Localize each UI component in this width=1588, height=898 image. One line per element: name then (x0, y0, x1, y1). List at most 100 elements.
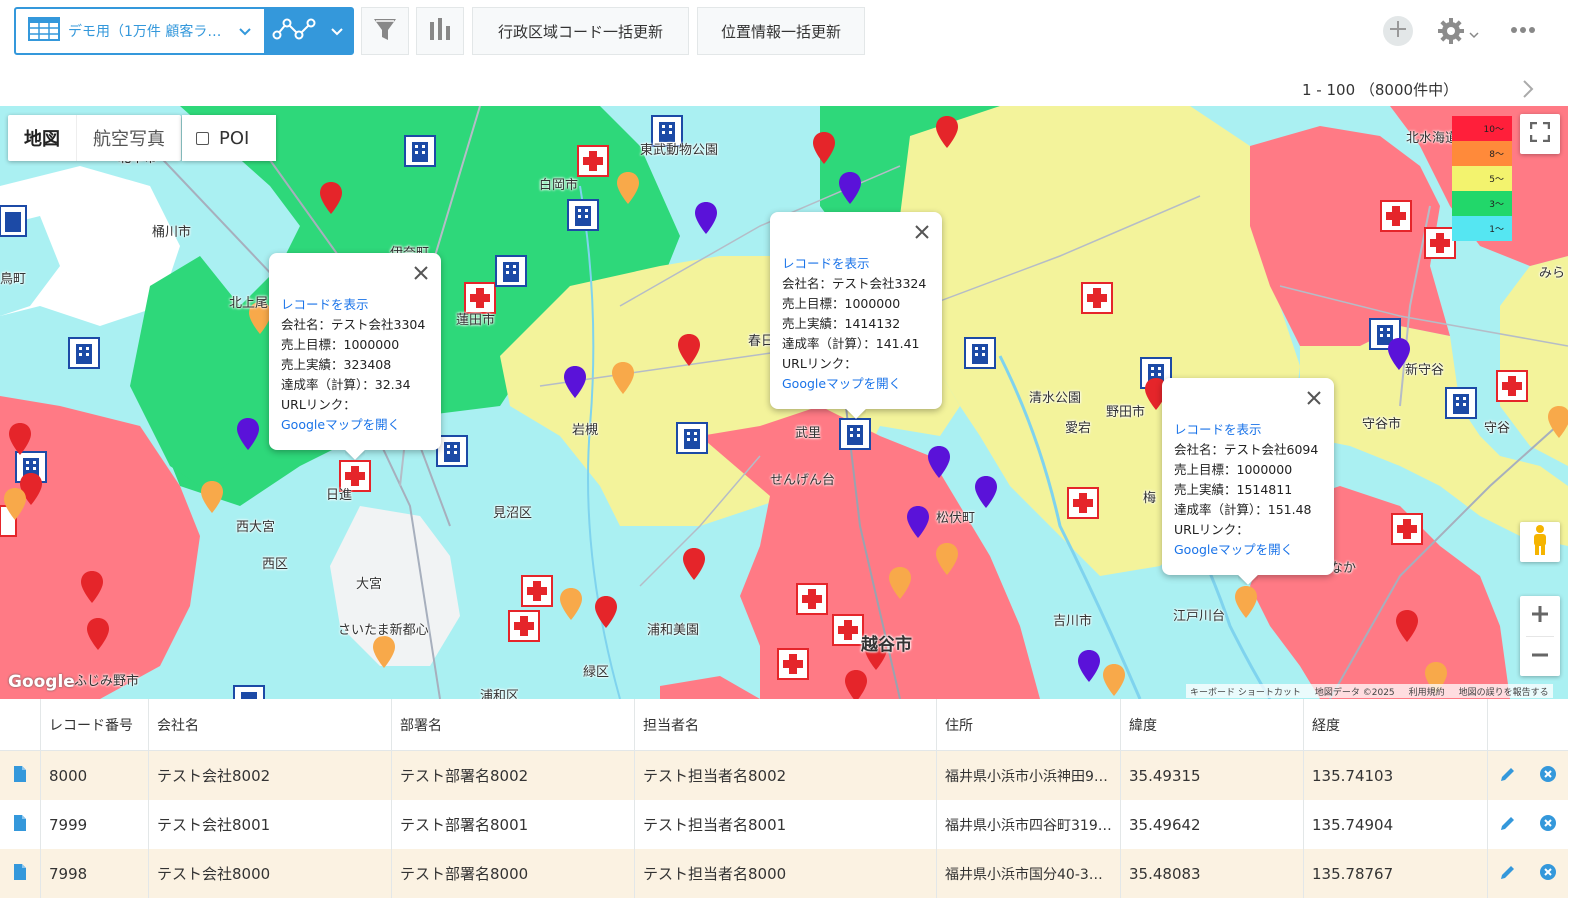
map-label: 桶川市 (152, 225, 192, 240)
map-label: 西大宮 (236, 520, 276, 535)
cell-address: 福井県小浜市国分40-3… (936, 849, 1120, 898)
close-icon[interactable] (413, 265, 429, 285)
document-icon (14, 814, 26, 835)
edit-icon[interactable] (1499, 863, 1517, 885)
chevron-down-icon (1469, 24, 1479, 43)
cell-person: テスト担当者名8000 (634, 849, 936, 898)
column-header[interactable]: レコード番号 (40, 699, 148, 750)
record-detail-link[interactable] (0, 800, 40, 849)
cell-company: テスト会社8000 (148, 849, 391, 898)
cell-lng: 135.78767 (1303, 849, 1487, 898)
map-label: 梅 (1143, 491, 1157, 506)
view-dropdown[interactable]: デモ用（1万件 顧客ラ… (16, 9, 264, 53)
map-label: 北上尾 (229, 296, 269, 311)
map[interactable]: 北本市 桶川市 北上尾 鳥町 白岡市 東武動物公園 伊奈町 蓮田市 春日 岩槻 … (0, 106, 1568, 699)
record-detail-link[interactable] (0, 751, 40, 800)
filter-icon (371, 15, 399, 47)
target-line: 売上目標：1000000 (782, 296, 901, 311)
rate-line: 達成率（計算）：32.34 (281, 377, 411, 392)
map-label: 大宮 (356, 577, 383, 592)
chevron-down-icon (238, 22, 252, 41)
actual-line: 売上実績：1514811 (1174, 482, 1293, 497)
terms-link[interactable]: 利用規約 (1409, 685, 1445, 698)
view-record-link[interactable]: レコードを表示 (281, 295, 429, 315)
graph-view-button[interactable] (264, 9, 352, 53)
google-maps-link[interactable]: Googleマップを開く (281, 415, 429, 435)
edit-icon[interactable] (1499, 765, 1517, 787)
settings-button[interactable] (1437, 17, 1479, 49)
column-header[interactable]: 会社名 (148, 699, 391, 750)
header-spacer (1487, 699, 1568, 750)
column-header[interactable]: 緯度 (1120, 699, 1303, 750)
map-data-text: 地図データ ©2025 (1314, 687, 1395, 698)
map-label: 越谷市 (861, 635, 912, 655)
keyboard-shortcuts-link[interactable]: キーボード ショートカット (1190, 685, 1301, 698)
rate-line: 達成率（計算）：141.41 (782, 336, 920, 351)
cell-person: テスト担当者名8002 (634, 751, 936, 800)
filter-button[interactable] (361, 7, 409, 55)
bar-chart-icon (428, 16, 452, 46)
poi-checkbox[interactable] (196, 131, 209, 145)
delete-icon[interactable] (1539, 765, 1557, 787)
cell-company: テスト会社8001 (148, 800, 391, 849)
map-label: 愛宕 (1065, 421, 1092, 436)
column-header[interactable]: 担当者名 (634, 699, 936, 750)
add-record-button[interactable] (1383, 16, 1413, 46)
info-window: レコードを表示 会社名：テスト会社3304 売上目標：1000000 売上実績：… (269, 253, 441, 450)
plus-icon (1531, 605, 1549, 627)
company-line: 会社名：テスト会社6094 (1174, 442, 1319, 457)
document-icon (14, 765, 26, 786)
map-label: 西区 (262, 557, 289, 572)
column-header[interactable]: 部署名 (391, 699, 634, 750)
view-selector[interactable]: デモ用（1万件 顧客ラ… (14, 7, 354, 55)
target-line: 売上目標：1000000 (281, 337, 400, 352)
close-icon[interactable] (1306, 390, 1322, 410)
plus-icon (1388, 19, 1408, 43)
delete-icon[interactable] (1539, 863, 1557, 885)
row-actions (1487, 849, 1568, 898)
actual-line: 売上実績：323408 (281, 357, 392, 372)
google-maps-link[interactable]: Googleマップを開く (1174, 540, 1322, 560)
column-header[interactable]: 経度 (1303, 699, 1487, 750)
cell-record-no: 7998 (40, 849, 148, 898)
column-header[interactable]: 住所 (936, 699, 1120, 750)
google-logo: Google (8, 672, 75, 692)
map-label: 鳥町 (0, 272, 27, 287)
poi-toggle[interactable]: POI (182, 115, 276, 161)
fullscreen-icon (1529, 121, 1551, 146)
map-label: ふじみ野市 (74, 674, 140, 689)
chart-button[interactable] (416, 7, 464, 55)
rate-line: 達成率（計算）：151.48 (1174, 502, 1312, 517)
map-type-control: 地図 航空写真 (8, 115, 181, 161)
table-row[interactable]: 7998 テスト会社8000 テスト部署名8000 テスト担当者名8000 福井… (0, 849, 1568, 898)
cell-dept: テスト部署名8002 (391, 751, 634, 800)
map-label: 浦和区 (480, 689, 520, 699)
delete-icon[interactable] (1539, 814, 1557, 836)
zoom-in-button[interactable] (1520, 596, 1560, 636)
map-type-satellite-button[interactable]: 航空写真 (76, 115, 181, 161)
edit-icon[interactable] (1499, 814, 1517, 836)
street-view-button[interactable] (1520, 522, 1560, 562)
close-icon[interactable] (914, 224, 930, 244)
google-maps-link[interactable]: Googleマップを開く (782, 374, 930, 394)
cell-lng: 135.74904 (1303, 800, 1487, 849)
map-label: 新守谷 (1405, 363, 1445, 378)
record-detail-link[interactable] (0, 849, 40, 898)
map-label: 日進 (326, 488, 353, 503)
view-record-link[interactable]: レコードを表示 (782, 254, 930, 274)
geo-update-button[interactable]: 位置情報一括更新 (697, 7, 865, 55)
info-window: レコードを表示 会社名：テスト会社3324 売上目標：1000000 売上実績：… (770, 212, 942, 409)
admin-code-update-button[interactable]: 行政区域コード一括更新 (472, 7, 689, 55)
info-window: レコードを表示 会社名：テスト会社6094 売上目標：1000000 売上実績：… (1162, 378, 1334, 575)
table-row[interactable]: 8000 テスト会社8002 テスト部署名8002 テスト担当者名8002 福井… (0, 751, 1568, 800)
report-error-link[interactable]: 地図の誤りを報告する (1459, 685, 1549, 698)
cell-record-no: 8000 (40, 751, 148, 800)
map-type-map-button[interactable]: 地図 (8, 115, 76, 161)
more-button[interactable] (1510, 22, 1536, 42)
fullscreen-button[interactable] (1520, 114, 1560, 154)
zoom-out-button[interactable] (1520, 637, 1560, 677)
view-record-link[interactable]: レコードを表示 (1174, 420, 1322, 440)
pager-next-button[interactable] (1520, 78, 1536, 104)
table-row[interactable]: 7999 テスト会社8001 テスト部署名8001 テスト担当者名8001 福井… (0, 800, 1568, 849)
record-table: レコード番号 会社名 部署名 担当者名 住所 緯度 経度 8000 テスト会社8… (0, 699, 1568, 898)
